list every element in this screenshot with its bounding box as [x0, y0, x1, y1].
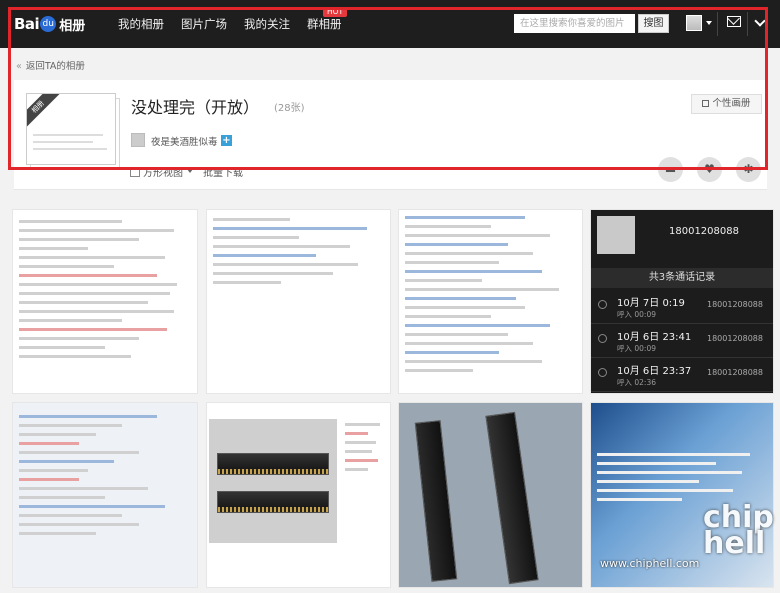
grid-view-icon[interactable] [130, 167, 140, 177]
album-cover[interactable]: 相册 [26, 93, 120, 170]
call-row: 10月 6日 23:41 呼入 00:09 18001208088 [591, 324, 773, 358]
owner-avatar[interactable] [131, 133, 145, 147]
paw-icon: du [40, 16, 57, 32]
call-log-header: 共3条通话记录 [591, 268, 773, 288]
cover-text-line [33, 134, 103, 136]
ram-stick [217, 453, 329, 475]
back-link-label: 返回TA的相册 [25, 61, 85, 72]
call-icon [598, 300, 607, 309]
nav-my-follows[interactable]: 我的关注 [244, 0, 290, 48]
double-chevron-left-icon: « [16, 61, 22, 72]
chevron-down-icon[interactable] [754, 15, 766, 27]
baidu-logo[interactable]: Bai du 相册 [14, 13, 85, 35]
call-icon [598, 334, 607, 343]
nav-group-albums-label: 群相册 [307, 17, 342, 31]
call-row: 10月 7日 0:19 呼入 00:09 18001208088 [591, 290, 773, 324]
list-text-lines [405, 216, 576, 378]
main-nav: 我的相册 图片广场 我的关注 群相册 HOT [118, 0, 359, 48]
ram-stick [414, 420, 458, 582]
call-row: 10月 6日 23:37 呼入 02:36 18001208088 [591, 358, 773, 392]
photo-count: (28张) [274, 103, 305, 114]
album-info-card: 相册 没处理完（开放） (28张) 夜是美酒胜似毒 + 个性画册 [14, 80, 767, 190]
photo-thumbnail[interactable] [398, 209, 583, 394]
search-input[interactable] [514, 14, 635, 33]
share-button[interactable]: ✱ [736, 157, 761, 182]
comment-icon: ▬ [664, 162, 677, 176]
user-avatar[interactable] [686, 15, 702, 31]
call-number: 18001208088 [707, 368, 763, 377]
call-number: 18001208088 [707, 300, 763, 309]
logo-suffix: 相册 [59, 18, 86, 34]
owner-name[interactable]: 夜是美酒胜似毒 [151, 134, 218, 148]
call-number: 18001208088 [707, 334, 763, 343]
product-text-lines [345, 423, 384, 477]
view-caret-icon[interactable] [187, 169, 193, 173]
call-duration: 呼入 00:09 [617, 310, 656, 319]
follow-plus-button[interactable]: + [221, 135, 232, 146]
call-time: 10月 7日 0:19 [617, 298, 685, 309]
chat-text-lines [19, 220, 191, 364]
back-to-albums-link[interactable]: «返回TA的相册 [16, 58, 85, 72]
top-navigation-bar: Bai du 相册 我的相册 图片广场 我的关注 群相册 HOT 搜图 [0, 0, 780, 48]
album-icon [702, 100, 710, 107]
comment-button[interactable]: ▬ [658, 157, 683, 182]
call-time: 10月 6日 23:37 [617, 366, 692, 377]
view-mode-selector[interactable]: 方形视图 [143, 164, 183, 179]
cover-text-line [33, 141, 93, 143]
photo-thumbnail[interactable] [398, 402, 583, 588]
divider [747, 12, 748, 36]
call-time: 10月 6日 23:41 [617, 332, 692, 343]
album-title: 没处理完（开放） [131, 98, 260, 117]
forum-text-lines [213, 218, 384, 290]
call-icon [598, 368, 607, 377]
mail-icon[interactable] [727, 16, 741, 27]
cover-image: 相册 [26, 93, 116, 165]
photo-thumbnail[interactable] [12, 402, 198, 588]
call-duration: 呼入 00:09 [617, 344, 656, 353]
search-button[interactable]: 搜图 [638, 14, 669, 33]
heart-icon: ♥ [704, 162, 715, 176]
photo-thumbnail-call-log[interactable]: 18001208088 共3条通话记录 10月 7日 0:19 呼入 00:09… [590, 209, 774, 394]
photo-thumbnail[interactable] [206, 402, 391, 588]
photo-thumbnail[interactable] [12, 209, 198, 394]
nav-my-albums[interactable]: 我的相册 [118, 0, 164, 48]
personal-album-label: 个性画册 [712, 98, 751, 109]
personal-album-button[interactable]: 个性画册 [691, 94, 762, 114]
cover-text-line [33, 148, 107, 150]
photo-thumbnail[interactable] [206, 209, 391, 394]
share-icon: ✱ [743, 162, 754, 176]
chiphell-logo: chip hell [703, 500, 774, 561]
call-duration: 呼入 02:36 [617, 378, 656, 387]
nav-group-albums[interactable]: 群相册 HOT [307, 0, 348, 48]
cover-ribbon: 相册 [27, 94, 60, 129]
user-menu-caret-icon[interactable] [706, 21, 712, 25]
ram-photo [209, 419, 337, 543]
screenshot-text-lines [597, 453, 767, 507]
nav-photo-square[interactable]: 图片广场 [181, 0, 227, 48]
batch-download-link[interactable]: 批量下载 [203, 164, 243, 179]
ram-stick [485, 411, 539, 585]
window-text-lines [19, 415, 191, 541]
watermark-text: www.chiphell.com [600, 557, 700, 570]
logo-text: Bai [14, 15, 40, 33]
ram-stick [217, 491, 329, 513]
divider [717, 12, 718, 36]
contact-number: 18001208088 [669, 226, 739, 237]
like-button[interactable]: ♥ [697, 157, 722, 182]
contact-avatar-icon [597, 216, 635, 254]
hot-badge: HOT [323, 7, 348, 17]
